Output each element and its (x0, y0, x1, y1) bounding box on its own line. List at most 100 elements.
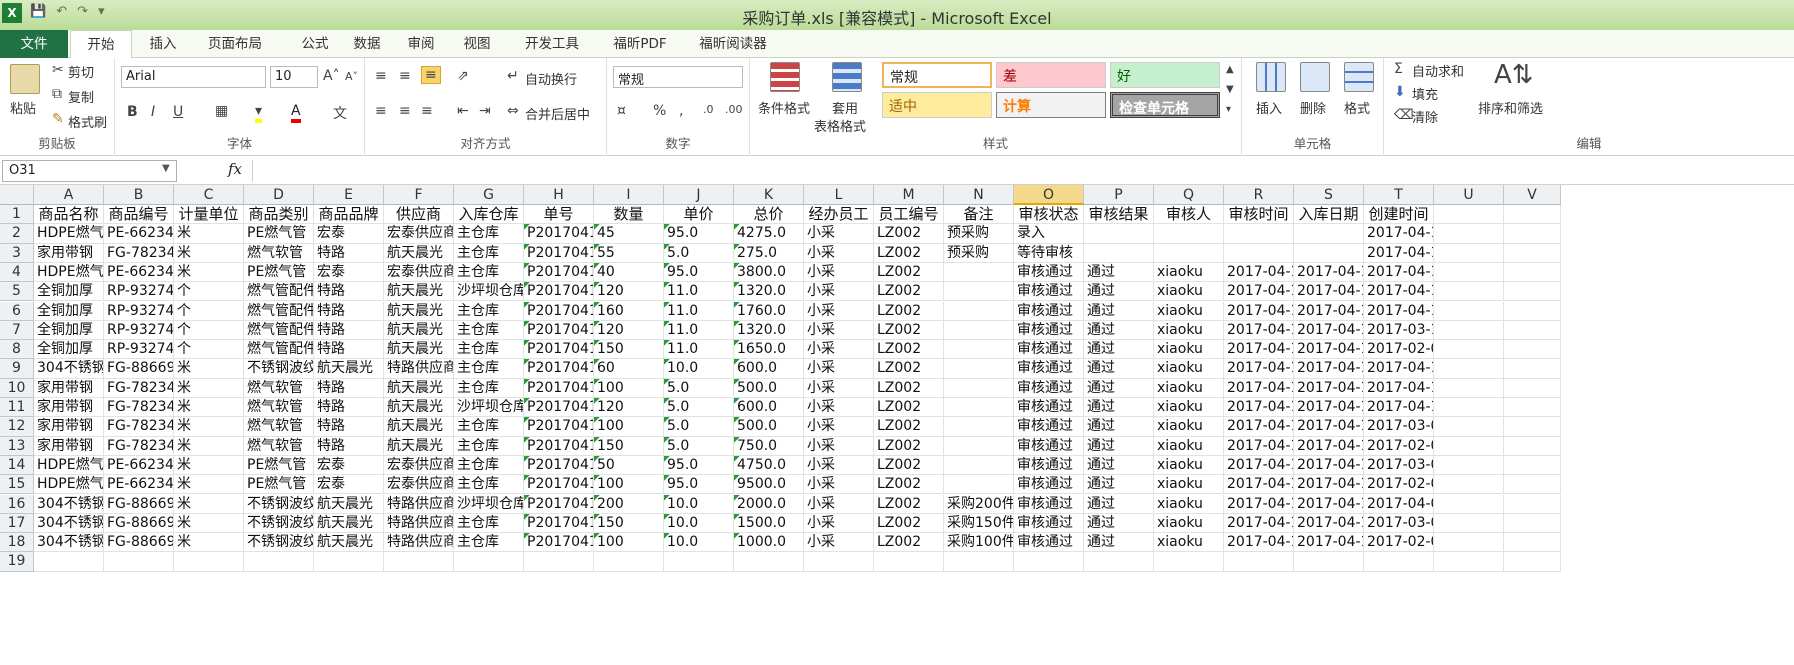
table-cell[interactable]: 通过 (1084, 533, 1154, 553)
name-box-dropdown-icon[interactable]: ▼ (162, 163, 170, 174)
table-cell[interactable] (944, 378, 1014, 398)
table-cell[interactable]: 特路 (314, 417, 384, 437)
styles-scroll-down-icon[interactable]: ▼ (1226, 84, 1234, 95)
table-cell[interactable]: 宏泰供应商 (384, 224, 454, 244)
table-cell[interactable]: 米 (174, 262, 244, 283)
table-cell[interactable]: LZ002 (874, 533, 944, 553)
table-cell[interactable]: 米 (174, 224, 244, 244)
table-cell[interactable]: 不锈钢波纹 (244, 494, 314, 514)
table-cell[interactable]: 1320.0 (734, 320, 804, 341)
table-cell[interactable]: 小采 (804, 243, 874, 263)
table-cell[interactable] (1434, 552, 1504, 572)
wrap-text-button[interactable]: 自动换行 (525, 69, 577, 88)
fill-color-icon[interactable]: ▾ (255, 103, 263, 123)
table-cell[interactable] (1294, 243, 1364, 263)
table-cell[interactable]: 95.0 (664, 262, 734, 283)
table-cell[interactable] (1084, 224, 1154, 244)
copy-button[interactable]: 复制 (68, 87, 94, 106)
column-header-N[interactable]: N (944, 185, 1014, 205)
table-cell[interactable] (1434, 475, 1504, 495)
column-header-B[interactable]: B (104, 185, 174, 205)
table-cell[interactable]: 航天晨光 (384, 340, 454, 360)
table-cell[interactable]: LZ002 (874, 417, 944, 437)
tab-foxit-pdf[interactable]: 福昕PDF (600, 30, 680, 58)
table-cell[interactable] (944, 475, 1014, 495)
table-cell[interactable] (34, 552, 104, 572)
table-cell[interactable]: 通过 (1084, 282, 1154, 302)
percent-icon[interactable]: % (653, 103, 666, 119)
table-cell[interactable]: 2017-04-1 (1224, 475, 1294, 495)
table-cell[interactable]: 主仓库 (454, 417, 524, 437)
table-cell[interactable]: 通过 (1084, 417, 1154, 437)
column-header-J[interactable]: J (664, 185, 734, 205)
table-cell[interactable] (1434, 320, 1504, 341)
table-cell[interactable] (1504, 533, 1561, 553)
table-cell[interactable]: 不锈钢波纹 (244, 533, 314, 553)
table-cell[interactable]: PE燃气管 (244, 475, 314, 495)
table-cell[interactable]: 4750.0 (734, 455, 804, 476)
table-cell[interactable]: PE-66234 (104, 455, 174, 476)
table-cell[interactable]: xiaoku (1154, 475, 1224, 495)
table-cell[interactable]: 304不锈钢 (34, 359, 104, 379)
row-header[interactable]: 14 (0, 455, 34, 476)
table-cell[interactable]: RP-93274 (104, 320, 174, 341)
format-cells-button[interactable]: 格式 (1344, 98, 1370, 117)
increase-decimal-icon[interactable]: .0 (703, 103, 714, 116)
table-cell[interactable]: 通过 (1084, 455, 1154, 476)
table-cell[interactable]: 航天晨光 (384, 301, 454, 321)
table-cell[interactable] (1434, 359, 1504, 379)
italic-icon[interactable]: I (151, 104, 155, 120)
table-cell[interactable]: P2017041 (524, 359, 594, 379)
table-cell[interactable]: PE燃气管 (244, 455, 314, 476)
table-cell[interactable] (944, 436, 1014, 456)
align-middle-icon[interactable]: ≡ (399, 68, 411, 84)
table-cell[interactable]: 2017-04-16 17:43:03.0 (1364, 262, 1434, 283)
table-cell[interactable]: 小采 (804, 398, 874, 418)
select-all-corner[interactable] (0, 185, 34, 205)
table-cell[interactable]: 家用带钢 (34, 398, 104, 418)
table-cell[interactable]: 55 (594, 243, 664, 263)
table-cell[interactable]: 2017-04-1 (1294, 301, 1364, 321)
table-cell[interactable]: P2017041 (524, 494, 594, 514)
table-cell[interactable]: 米 (174, 513, 244, 534)
table-cell[interactable] (1434, 340, 1504, 360)
clear-button[interactable]: 清除 (1412, 107, 1438, 126)
table-cell[interactable]: 燃气软管 (244, 436, 314, 456)
header-cell[interactable]: 数量 (594, 205, 664, 225)
table-cell[interactable] (1434, 224, 1504, 244)
table-cell[interactable]: 2017-04-1 (1294, 494, 1364, 514)
table-cell[interactable]: 燃气软管 (244, 378, 314, 398)
row-header[interactable]: 4 (0, 262, 34, 283)
table-cell[interactable]: 2017-02-02 17:29:14.0 (1364, 436, 1434, 456)
table-cell[interactable]: 1320.0 (734, 282, 804, 302)
table-cell[interactable] (1434, 262, 1504, 283)
paste-button[interactable]: 粘贴 (10, 98, 36, 117)
table-cell[interactable]: 2017-04-16 18:35:56.0 (1364, 243, 1434, 263)
header-cell[interactable]: 商品类别 (244, 205, 314, 225)
copy-icon[interactable]: ⧉ (52, 86, 62, 102)
table-cell[interactable]: 120 (594, 398, 664, 418)
table-cell[interactable]: 2017-04-1 (1294, 320, 1364, 341)
table-cell[interactable]: 燃气管配件 (244, 340, 314, 360)
table-cell[interactable]: RP-93274 (104, 340, 174, 360)
header-cell[interactable]: 商品名称 (34, 205, 104, 225)
table-cell[interactable]: HDPE燃气 (34, 475, 104, 495)
table-cell[interactable] (1294, 224, 1364, 244)
tab-view[interactable]: 视图 (452, 30, 502, 58)
table-cell[interactable]: 燃气管配件 (244, 320, 314, 341)
table-cell[interactable]: 2017-04-16 17:38:19.0 (1364, 378, 1434, 398)
table-cell[interactable]: 米 (174, 475, 244, 495)
table-cell[interactable] (1504, 282, 1561, 302)
style-neutral[interactable]: 适中 (882, 92, 992, 118)
table-cell[interactable]: 不锈钢波纹 (244, 513, 314, 534)
table-cell[interactable] (944, 282, 1014, 302)
table-cell[interactable]: FG-88669 (104, 359, 174, 379)
table-cell[interactable]: 304不锈钢 (34, 533, 104, 553)
table-cell[interactable]: 宏泰 (314, 455, 384, 476)
table-cell[interactable]: 主仓库 (454, 340, 524, 360)
table-cell[interactable]: 特路 (314, 243, 384, 263)
table-cell[interactable]: 2017-04-1 (1294, 436, 1364, 456)
table-cell[interactable]: 小采 (804, 417, 874, 437)
table-cell[interactable]: 2017-04-1 (1294, 398, 1364, 418)
table-cell[interactable]: 燃气管配件 (244, 282, 314, 302)
